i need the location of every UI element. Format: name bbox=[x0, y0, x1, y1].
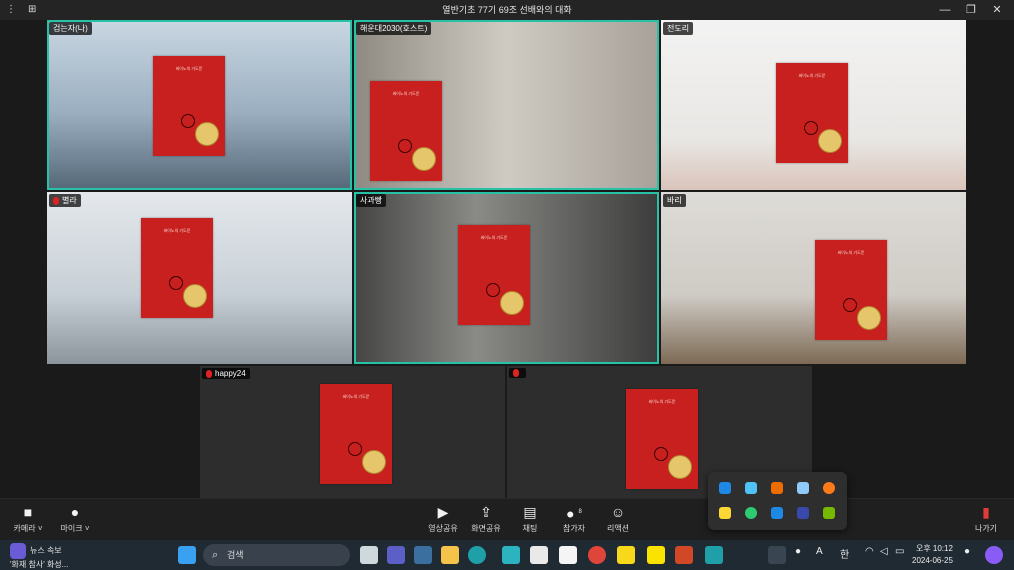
kakaotalk-icon[interactable] bbox=[647, 546, 665, 564]
participant-name: 해운대2030(호스트) bbox=[356, 22, 432, 35]
book-seal bbox=[857, 306, 881, 330]
microphone-tray-icon[interactable]: ● bbox=[795, 546, 801, 557]
participant-tile[interactable]: 해운대2030(호스트) 싸이노의 기도문 bbox=[354, 20, 659, 190]
ime-mode[interactable]: A bbox=[816, 546, 823, 557]
book-cover: 싸이노의 기도문 bbox=[141, 218, 213, 318]
powerpoint-icon[interactable] bbox=[675, 546, 693, 564]
close-icon[interactable]: ✕ bbox=[984, 2, 1010, 18]
minimize-icon[interactable]: — bbox=[932, 2, 958, 18]
leave-button[interactable]: ▮ 나가기 bbox=[968, 503, 1004, 534]
screen-share-button[interactable]: ⇪ 화면공유 bbox=[466, 503, 506, 534]
book-seal bbox=[818, 129, 842, 153]
language-indicator[interactable]: 한 bbox=[840, 546, 849, 561]
tray-icon[interactable] bbox=[797, 507, 809, 519]
volume-icon[interactable]: ◁ bbox=[880, 546, 888, 557]
news-widget[interactable]: 뉴스 속보 '화재 참사' 화성... bbox=[10, 543, 68, 570]
participant-name: happy24 bbox=[202, 368, 250, 379]
book-seal bbox=[500, 291, 524, 315]
clock[interactable]: 오후 10:12 2024-06-25 bbox=[912, 543, 953, 567]
participant-name bbox=[509, 368, 526, 378]
wifi-icon[interactable]: ◠ bbox=[865, 546, 874, 557]
mic-button[interactable]: ● 마이크 ˅ bbox=[55, 503, 95, 534]
video-gallery: 검는자(나) 싸이노의 기도문 해운대2030(호스트) 싸이노의 기도문 전도… bbox=[0, 20, 1014, 498]
chat-icon: ▤ bbox=[523, 504, 537, 520]
chrome-icon[interactable] bbox=[588, 546, 606, 564]
participant-tile[interactable]: 검는자(나) 싸이노의 기도문 bbox=[47, 20, 352, 190]
tray-icon[interactable] bbox=[745, 482, 757, 494]
windows-taskbar: 뉴스 속보 '화재 참사' 화성... ⌕ 검색 ● A 한 ◠ ◁ ▭ 오후 10… bbox=[0, 540, 1014, 570]
tray-icon[interactable] bbox=[719, 507, 731, 519]
book-cover: 싸이노의 기도문 bbox=[458, 225, 530, 325]
participant-tile[interactable]: 사과빵 싸이노의 기도문 bbox=[354, 192, 659, 364]
book-cover: 싸이노의 기도문 bbox=[320, 384, 392, 484]
app-icon[interactable] bbox=[530, 546, 548, 564]
participant-tile[interactable]: 바리 싸이노의 기도문 bbox=[661, 192, 966, 364]
book-cover: 싸이노의 기도문 bbox=[626, 389, 698, 489]
restore-icon[interactable]: ❐ bbox=[958, 2, 984, 18]
book-seal bbox=[362, 450, 386, 474]
participant-name: 전도리 bbox=[663, 22, 694, 35]
participant-tile[interactable]: 별라 싸이노의 기도문 bbox=[47, 192, 352, 364]
tray-icon[interactable] bbox=[823, 482, 835, 494]
camera-icon: ■ bbox=[23, 504, 33, 520]
book-cover: 싸이노의 기도문 bbox=[153, 56, 225, 156]
system-tray-overflow bbox=[708, 472, 847, 530]
play-icon: ▶ bbox=[437, 504, 449, 520]
notion-icon[interactable] bbox=[559, 546, 577, 564]
tray-icon[interactable] bbox=[823, 507, 835, 519]
participant-name: 검는자(나) bbox=[49, 22, 92, 35]
camera-button[interactable]: ■ 카메라 ˅ bbox=[8, 503, 48, 534]
teams-icon[interactable] bbox=[387, 546, 405, 564]
mic-muted-icon bbox=[206, 369, 212, 378]
book-cover: 싸이노의 기도문 bbox=[370, 81, 442, 181]
tray-chevron-icon[interactable] bbox=[768, 546, 786, 564]
video-share-button[interactable]: ▶ 영상공유 bbox=[423, 503, 463, 534]
book-cover: 싸이노의 기도문 bbox=[776, 63, 848, 163]
start-icon[interactable] bbox=[178, 546, 196, 564]
bluetooth-icon[interactable] bbox=[771, 507, 783, 519]
zoom-icon[interactable] bbox=[705, 546, 723, 564]
participant-name: 별라 bbox=[49, 194, 81, 207]
participant-tile[interactable]: 전도리 싸이노의 기도문 bbox=[661, 20, 966, 190]
microphone-icon: ● bbox=[70, 504, 80, 520]
window-title: 열반기초 77기 69조 선배와의 대화 bbox=[442, 5, 572, 15]
emoji-icon: ☺ bbox=[610, 504, 626, 520]
leave-icon: ▮ bbox=[982, 504, 990, 520]
search-icon: ⌕ bbox=[212, 549, 219, 561]
book-seal bbox=[195, 122, 219, 146]
sticky-notes-icon[interactable] bbox=[617, 546, 635, 564]
title-bar: ⋮ ⊞ 열반기초 77기 69조 선배와의 대화 — ❐ ✕ bbox=[0, 0, 1014, 20]
search-input[interactable]: ⌕ 검색 bbox=[203, 544, 350, 566]
file-explorer-icon[interactable] bbox=[441, 546, 459, 564]
participant-name: 사과빵 bbox=[356, 194, 387, 207]
mic-muted-icon bbox=[53, 196, 59, 205]
book-seal bbox=[183, 284, 207, 308]
tray-icon[interactable] bbox=[745, 507, 757, 519]
mic-muted-icon bbox=[513, 369, 519, 377]
notification-icon[interactable]: ● bbox=[964, 546, 970, 557]
app-icon[interactable] bbox=[414, 546, 432, 564]
participants-button[interactable]: ● 8 참가자 bbox=[556, 503, 592, 534]
book-cover: 싸이노의 기도문 bbox=[815, 240, 887, 340]
reactions-button[interactable]: ☺ 리액션 bbox=[600, 503, 636, 534]
tray-icon[interactable] bbox=[719, 482, 731, 494]
chat-button[interactable]: ▤ 채팅 bbox=[512, 503, 548, 534]
tray-icon[interactable] bbox=[771, 482, 783, 494]
news-icon bbox=[10, 543, 26, 559]
app-icon[interactable] bbox=[502, 546, 520, 564]
tray-icon[interactable] bbox=[797, 482, 809, 494]
book-seal bbox=[668, 455, 692, 479]
book-seal bbox=[412, 147, 436, 171]
meeting-toolbar: ■ 카메라 ˅ ● 마이크 ˅ ▶ 영상공유 ⇪ 화면공유 ▤ 채팅 ● 8 참가자 ☺ 리액… bbox=[0, 498, 1014, 540]
copilot-icon[interactable] bbox=[985, 546, 1003, 564]
screen-share-icon: ⇪ bbox=[480, 504, 492, 520]
edge-icon[interactable] bbox=[468, 546, 486, 564]
task-view-icon[interactable] bbox=[360, 546, 378, 564]
participant-tile[interactable]: happy24 싸이노의 기도문 bbox=[200, 366, 505, 498]
person-icon: ● 8 bbox=[566, 505, 582, 522]
participant-name: 바리 bbox=[663, 194, 686, 207]
battery-icon[interactable]: ▭ bbox=[895, 546, 904, 557]
